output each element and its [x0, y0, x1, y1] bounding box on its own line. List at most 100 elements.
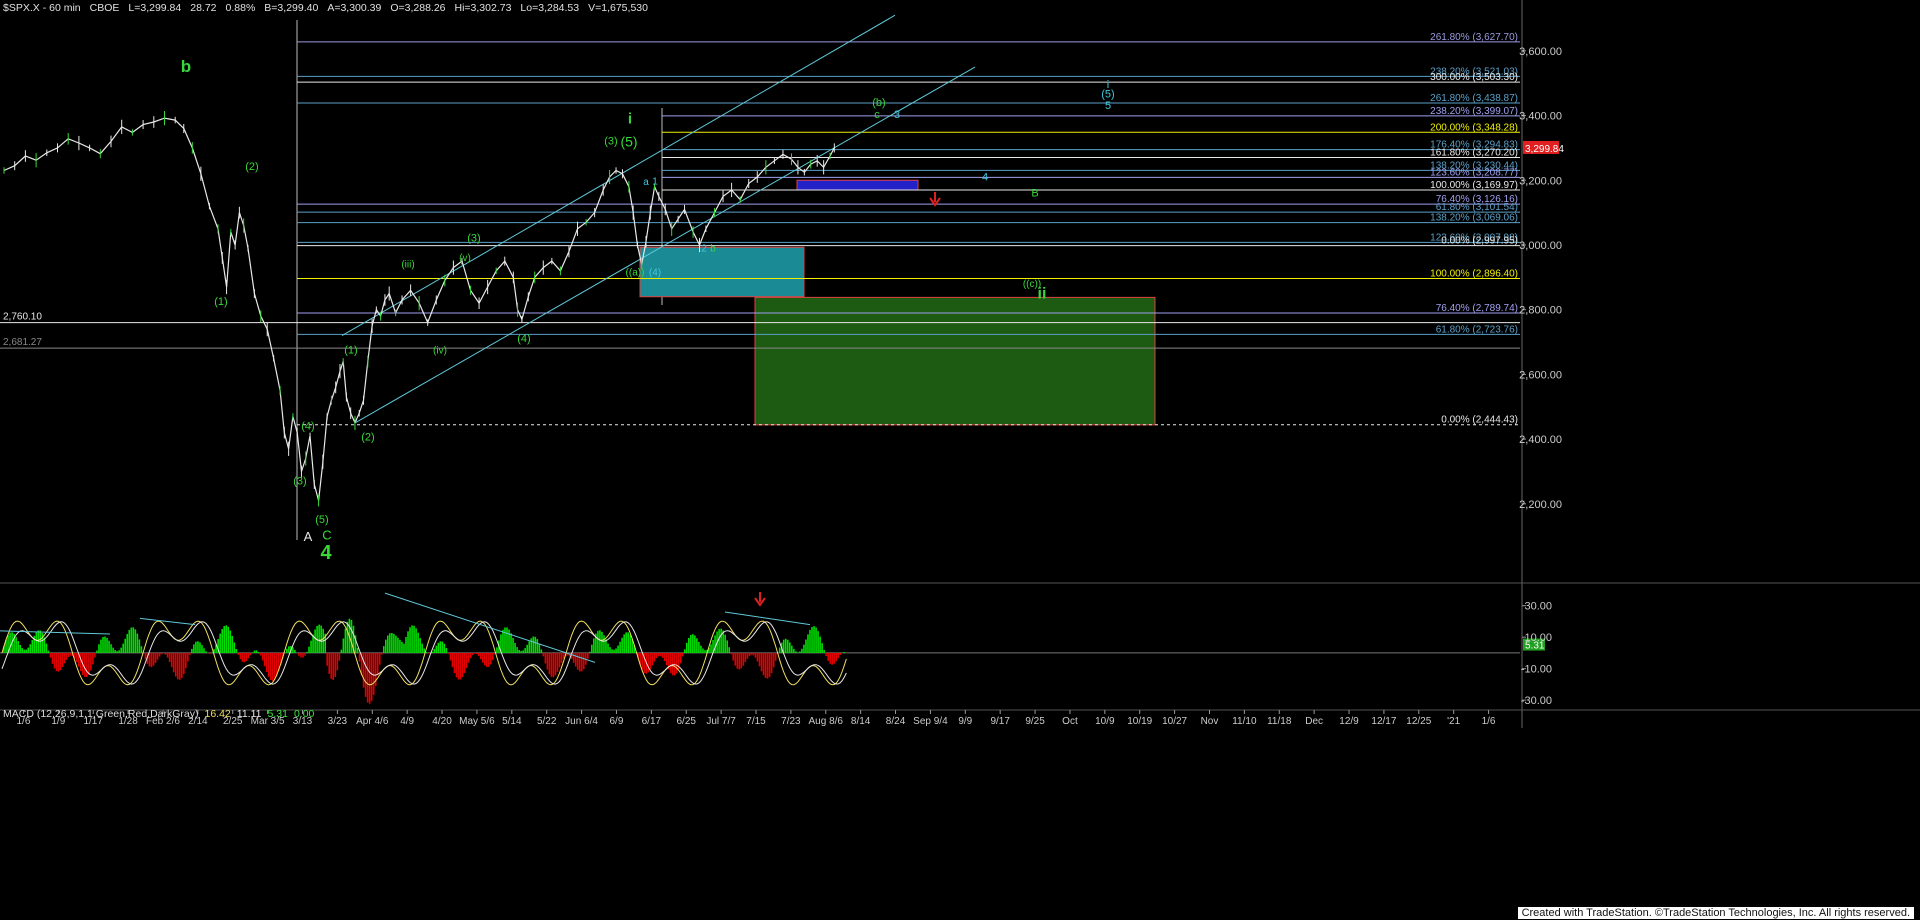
- symbol: $SPX.X - 60 min: [3, 2, 81, 14]
- time-tick-label: 12/25: [1406, 716, 1431, 727]
- time-tick-label: Sep 9/4: [913, 716, 948, 727]
- fib-label: 161.80% (3,270.20): [1430, 148, 1518, 159]
- wave-label: (4): [649, 268, 661, 279]
- wave-label: (5): [620, 133, 637, 149]
- macd-v1: 16.42: [204, 708, 231, 720]
- price-tick-label: 2,400.00: [1519, 434, 1562, 446]
- wave-label: B: [1031, 187, 1038, 199]
- price-tick-label: 3,400.00: [1519, 111, 1562, 123]
- high: Hi=3,302.73: [454, 2, 512, 14]
- time-tick-label: 8/24: [886, 716, 906, 727]
- macd-tick-label: 30.00: [1524, 601, 1552, 613]
- time-tick-label: Apr 4/6: [356, 716, 389, 727]
- wave-label: 2: [701, 243, 707, 254]
- time-tick-label: 9/9: [958, 716, 972, 727]
- time-tick-label: 3/23: [328, 716, 348, 727]
- target-zone-green: [754, 296, 1156, 426]
- change-pct: 0.88%: [225, 2, 256, 14]
- time-tick-label: Jun 6/4: [565, 716, 598, 727]
- time-tick-label: 9/25: [1025, 716, 1045, 727]
- wave-label: i: [628, 111, 632, 128]
- wave-label: (iv): [433, 345, 447, 356]
- ask: A=3,300.39: [327, 2, 382, 14]
- time-tick-label: May 5/6: [459, 716, 495, 727]
- price-tick-label: 3,600.00: [1519, 46, 1562, 58]
- time-tick-label: 4/20: [432, 716, 452, 727]
- fib-label: 200.00% (3,348.28): [1430, 122, 1518, 133]
- symbol-header: $SPX.X - 60 min CBOE L=3,299.84 28.72 0.88% B…: [3, 2, 657, 14]
- fib-label: 100.00% (2,896.40): [1430, 268, 1518, 279]
- wave-label: 3: [894, 109, 900, 121]
- wave-label: c: [874, 109, 880, 121]
- macd-v4: 0.00: [293, 708, 315, 720]
- time-tick-label: 5/14: [502, 716, 522, 727]
- wave-label: (3): [604, 136, 617, 148]
- time-tick-label: 10/9: [1095, 716, 1115, 727]
- macd-tick-label: -30.00: [1521, 695, 1552, 707]
- time-tick-label: Nov: [1201, 716, 1219, 727]
- wave-label: (2): [245, 161, 258, 173]
- time-tick-label: '21: [1447, 716, 1460, 727]
- time-tick-label: 6/17: [642, 716, 662, 727]
- wave-label: (iii): [401, 260, 414, 271]
- time-tick-label: 5/22: [537, 716, 557, 727]
- macd-tick-label: 10.00: [1524, 632, 1552, 644]
- wave-label: a: [643, 177, 649, 188]
- time-tick-label: 7/23: [781, 716, 801, 727]
- change: 28.72: [190, 2, 217, 14]
- wave-label: ii: [1038, 285, 1047, 302]
- credit-footer: Created with TradeStation. ©TradeStation…: [1517, 907, 1914, 919]
- time-tick-label: 6/9: [610, 716, 624, 727]
- level-label: 2,760.10: [3, 312, 42, 323]
- last-price-tag-text: 3,299.84: [1525, 144, 1564, 155]
- time-tick-label: 12/17: [1371, 716, 1396, 727]
- wave-label: (4): [301, 420, 314, 432]
- wave-label: (2): [361, 432, 374, 444]
- wave-label: 5: [1105, 100, 1111, 112]
- wave-label: (5): [1101, 89, 1114, 101]
- fib-label: 238.20% (3,399.07): [1430, 106, 1518, 117]
- macd-v3: 5.31: [267, 708, 288, 720]
- fib-label: 100.00% (3,169.97): [1430, 180, 1518, 191]
- low: Lo=3,284.53: [520, 2, 580, 14]
- fib-label: 0.00% (2,444.43): [1441, 415, 1518, 426]
- fib-label: 123.60% (3,208.77): [1430, 167, 1518, 178]
- wave-label: (3): [467, 233, 480, 245]
- price-chart[interactable]: 261.80% (3,627.70)238.20% (3,521.03)300.…: [0, 0, 1920, 920]
- wave-label: 1: [652, 176, 658, 187]
- time-tick-label: 1/6: [1482, 716, 1496, 727]
- time-tick-label: 7/15: [746, 716, 766, 727]
- wave-label: (v): [459, 253, 471, 264]
- time-tick-label: 11/10: [1232, 716, 1257, 727]
- price-tick-label: 3,200.00: [1519, 175, 1562, 187]
- wave-label: (5): [315, 514, 328, 526]
- wave-label: C: [322, 527, 331, 542]
- macd-v2: 11.11: [236, 708, 262, 720]
- wave-label: A: [304, 529, 313, 544]
- price-tick-label: 2,600.00: [1519, 369, 1562, 381]
- fib-label: 261.80% (3,438.87): [1430, 93, 1518, 104]
- wave-label: ((a)): [626, 268, 645, 279]
- fib-label: 76.40% (2,789.74): [1436, 303, 1518, 314]
- time-tick-label: Dec: [1305, 716, 1323, 727]
- bid: B=3,299.40: [264, 2, 319, 14]
- wave-label: 4: [982, 171, 988, 183]
- time-tick-label: 10/27: [1162, 716, 1187, 727]
- price-tick-label: 2,800.00: [1519, 305, 1562, 317]
- chart-background: [0, 0, 1920, 920]
- target-zone-teal: [639, 246, 805, 298]
- wave-label: (3): [293, 475, 306, 487]
- time-tick-label: 11/18: [1267, 716, 1292, 727]
- price-tick-label: 3,000.00: [1519, 240, 1562, 252]
- volume: V=1,675,530: [588, 2, 648, 14]
- wave-label: 4: [320, 542, 332, 564]
- time-tick-label: 8/14: [851, 716, 871, 727]
- wave-label: b: [710, 243, 716, 254]
- fib-label: 261.80% (3,627.70): [1430, 32, 1518, 43]
- wave-label: (4): [517, 333, 530, 345]
- time-tick-label: Oct: [1062, 716, 1078, 727]
- time-tick-label: 6/25: [676, 716, 696, 727]
- exchange: CBOE: [89, 2, 120, 14]
- fib-label: 300.00% (3,503.30): [1430, 72, 1518, 83]
- macd-label: MACD (12,26,9,1,1,Green,Red,DarkGray): [3, 708, 199, 720]
